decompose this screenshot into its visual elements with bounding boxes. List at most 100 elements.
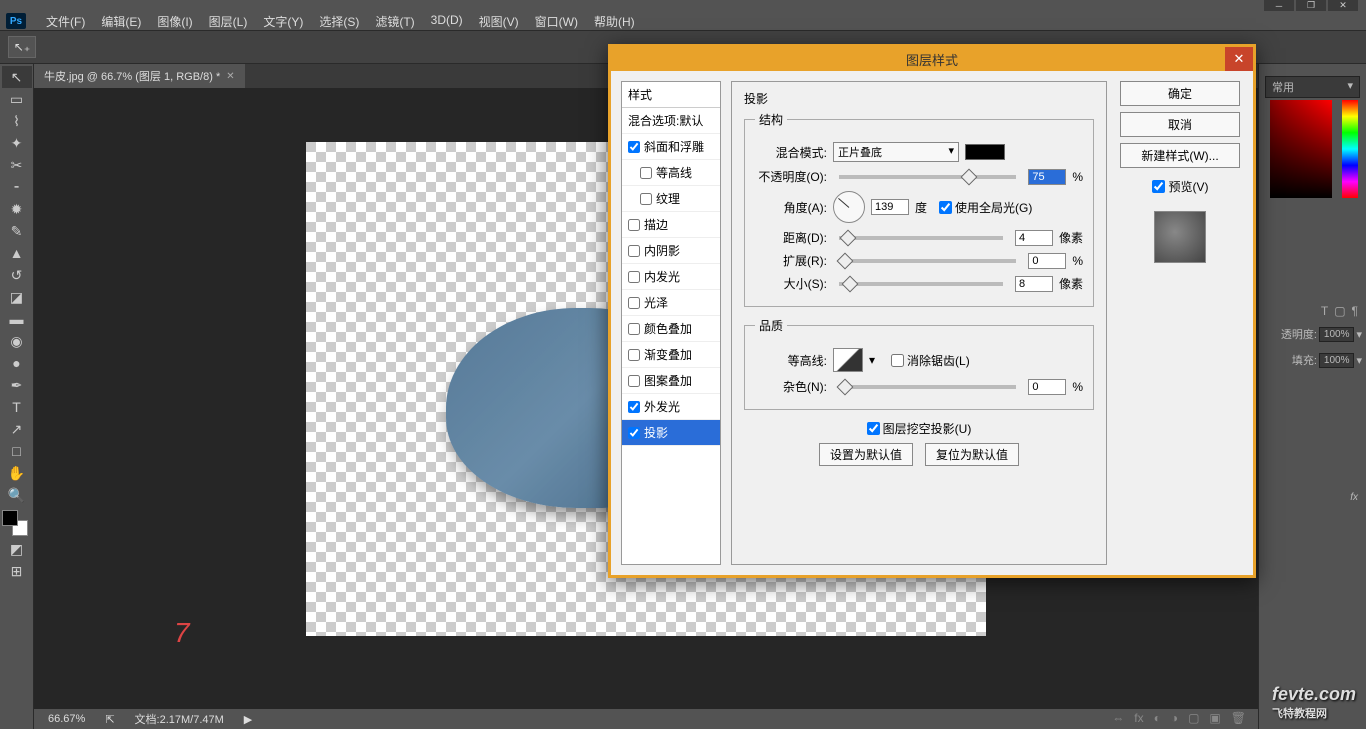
- style-checkbox[interactable]: [628, 401, 640, 413]
- preview-checkbox[interactable]: 预览(V): [1152, 178, 1209, 195]
- style-item[interactable]: 光泽: [622, 290, 720, 316]
- shape-tool[interactable]: □: [2, 440, 32, 462]
- global-light-checkbox[interactable]: 使用全局光(G): [939, 199, 1032, 216]
- style-item[interactable]: 颜色叠加: [622, 316, 720, 342]
- type-tool[interactable]: T: [2, 396, 32, 418]
- style-item[interactable]: 描边: [622, 212, 720, 238]
- cancel-button[interactable]: 取消: [1120, 112, 1240, 137]
- tab-close-icon[interactable]: ✕: [226, 71, 234, 82]
- style-checkbox[interactable]: [628, 297, 640, 309]
- color-field[interactable]: [1270, 100, 1332, 198]
- menu-item[interactable]: 编辑(E): [93, 13, 149, 30]
- styles-header[interactable]: 样式: [622, 82, 720, 108]
- quick-mask-toggle[interactable]: ◩: [2, 538, 32, 560]
- stamp-tool[interactable]: ▲: [2, 242, 32, 264]
- transform-icon[interactable]: ▢: [1334, 304, 1345, 318]
- hue-slider[interactable]: [1342, 100, 1358, 198]
- minimize-button[interactable]: ─: [1264, 0, 1294, 11]
- paragraph-icon[interactable]: ¶: [1352, 304, 1358, 318]
- size-slider[interactable]: [839, 282, 1003, 286]
- opacity-input[interactable]: 75: [1028, 169, 1066, 185]
- hand-tool[interactable]: ✋: [2, 462, 32, 484]
- style-item[interactable]: 内发光: [622, 264, 720, 290]
- zoom-tool[interactable]: 🔍: [2, 484, 32, 506]
- workspace-preset-dropdown[interactable]: 常用▾: [1265, 76, 1360, 98]
- pen-tool[interactable]: ✒: [2, 374, 32, 396]
- quick-select-tool[interactable]: ✦: [2, 132, 32, 154]
- style-checkbox[interactable]: [628, 375, 640, 387]
- style-checkbox[interactable]: [628, 271, 640, 283]
- dodge-tool[interactable]: ●: [2, 352, 32, 374]
- angle-dial[interactable]: [833, 191, 865, 223]
- angle-input[interactable]: 139: [871, 199, 909, 215]
- style-checkbox[interactable]: [628, 349, 640, 361]
- menu-item[interactable]: 帮助(H): [586, 13, 643, 30]
- document-tab[interactable]: 牛皮.jpg @ 66.7% (图层 1, RGB/8) * ✕: [34, 64, 245, 88]
- chevron-down-icon[interactable]: ▾: [869, 353, 875, 367]
- dialog-close-button[interactable]: ✕: [1225, 47, 1253, 71]
- marquee-tool[interactable]: ▭: [2, 88, 32, 110]
- style-item[interactable]: 内阴影: [622, 238, 720, 264]
- lasso-tool[interactable]: ⌇: [2, 110, 32, 132]
- history-brush-tool[interactable]: ↺: [2, 264, 32, 286]
- trash-icon[interactable]: 🗑: [1231, 711, 1246, 725]
- menu-item[interactable]: 图像(I): [149, 13, 200, 30]
- noise-input[interactable]: 0: [1028, 379, 1066, 395]
- blur-tool[interactable]: ◉: [2, 330, 32, 352]
- close-button[interactable]: ✕: [1328, 0, 1358, 11]
- menu-item[interactable]: 视图(V): [471, 13, 527, 30]
- distance-slider[interactable]: [839, 236, 1003, 240]
- gradient-tool[interactable]: ▬: [2, 308, 32, 330]
- new-layer-icon[interactable]: ▣: [1209, 711, 1220, 725]
- fill-value[interactable]: 100%: [1319, 353, 1355, 368]
- reset-default-button[interactable]: 复位为默认值: [925, 443, 1019, 466]
- maximize-button[interactable]: ❐: [1296, 0, 1326, 11]
- color-panel[interactable]: [1270, 100, 1358, 200]
- distance-input[interactable]: 4: [1015, 230, 1053, 246]
- menu-item[interactable]: 滤镜(T): [367, 13, 422, 30]
- spread-input[interactable]: 0: [1028, 253, 1066, 269]
- move-tool[interactable]: ↖: [2, 66, 32, 88]
- shadow-color-swatch[interactable]: [965, 144, 1005, 160]
- antialias-checkbox[interactable]: 消除锯齿(L): [891, 352, 970, 369]
- style-item[interactable]: 图案叠加: [622, 368, 720, 394]
- menu-item[interactable]: 3D(D): [423, 13, 471, 30]
- style-checkbox[interactable]: [628, 323, 640, 335]
- new-style-button[interactable]: 新建样式(W)...: [1120, 143, 1240, 168]
- eyedropper-tool[interactable]: ⁃: [2, 176, 32, 198]
- folder-icon[interactable]: ▢: [1188, 711, 1199, 725]
- link-icon[interactable]: ⇔: [1112, 711, 1124, 725]
- style-checkbox[interactable]: [628, 219, 640, 231]
- style-item[interactable]: 斜面和浮雕: [622, 134, 720, 160]
- style-checkbox[interactable]: [640, 193, 652, 205]
- blend-options-item[interactable]: 混合选项:默认: [622, 108, 720, 134]
- noise-slider[interactable]: [839, 385, 1016, 389]
- style-checkbox[interactable]: [628, 427, 640, 439]
- zoom-level[interactable]: 66.67%: [48, 713, 85, 725]
- menu-item[interactable]: 文字(Y): [255, 13, 311, 30]
- style-item[interactable]: 纹理: [622, 186, 720, 212]
- knockout-checkbox[interactable]: 图层挖空投影(U): [867, 420, 972, 437]
- fx-icon[interactable]: fx: [1134, 711, 1143, 725]
- healing-tool[interactable]: ✹: [2, 198, 32, 220]
- menu-item[interactable]: 文件(F): [38, 13, 93, 30]
- mask-icon[interactable]: ◐: [1154, 711, 1161, 725]
- fx-indicator[interactable]: fx: [1350, 492, 1358, 503]
- color-swatches[interactable]: [2, 510, 30, 538]
- style-item[interactable]: 渐变叠加: [622, 342, 720, 368]
- tool-indicator[interactable]: ↖₊: [8, 36, 36, 58]
- style-item[interactable]: 等高线: [622, 160, 720, 186]
- foreground-swatch[interactable]: [2, 510, 18, 526]
- eraser-tool[interactable]: ◪: [2, 286, 32, 308]
- menu-item[interactable]: 选择(S): [311, 13, 367, 30]
- screen-mode-toggle[interactable]: ⊞: [2, 560, 32, 582]
- adjustment-icon[interactable]: ◑: [1171, 711, 1178, 725]
- crop-tool[interactable]: ✂: [2, 154, 32, 176]
- style-item[interactable]: 投影: [622, 420, 720, 446]
- make-default-button[interactable]: 设置为默认值: [819, 443, 913, 466]
- style-checkbox[interactable]: [640, 167, 652, 179]
- type-icon[interactable]: T: [1321, 304, 1328, 318]
- opacity-value[interactable]: 100%: [1319, 327, 1355, 342]
- ok-button[interactable]: 确定: [1120, 81, 1240, 106]
- dialog-titlebar[interactable]: 图层样式 ✕: [611, 47, 1253, 71]
